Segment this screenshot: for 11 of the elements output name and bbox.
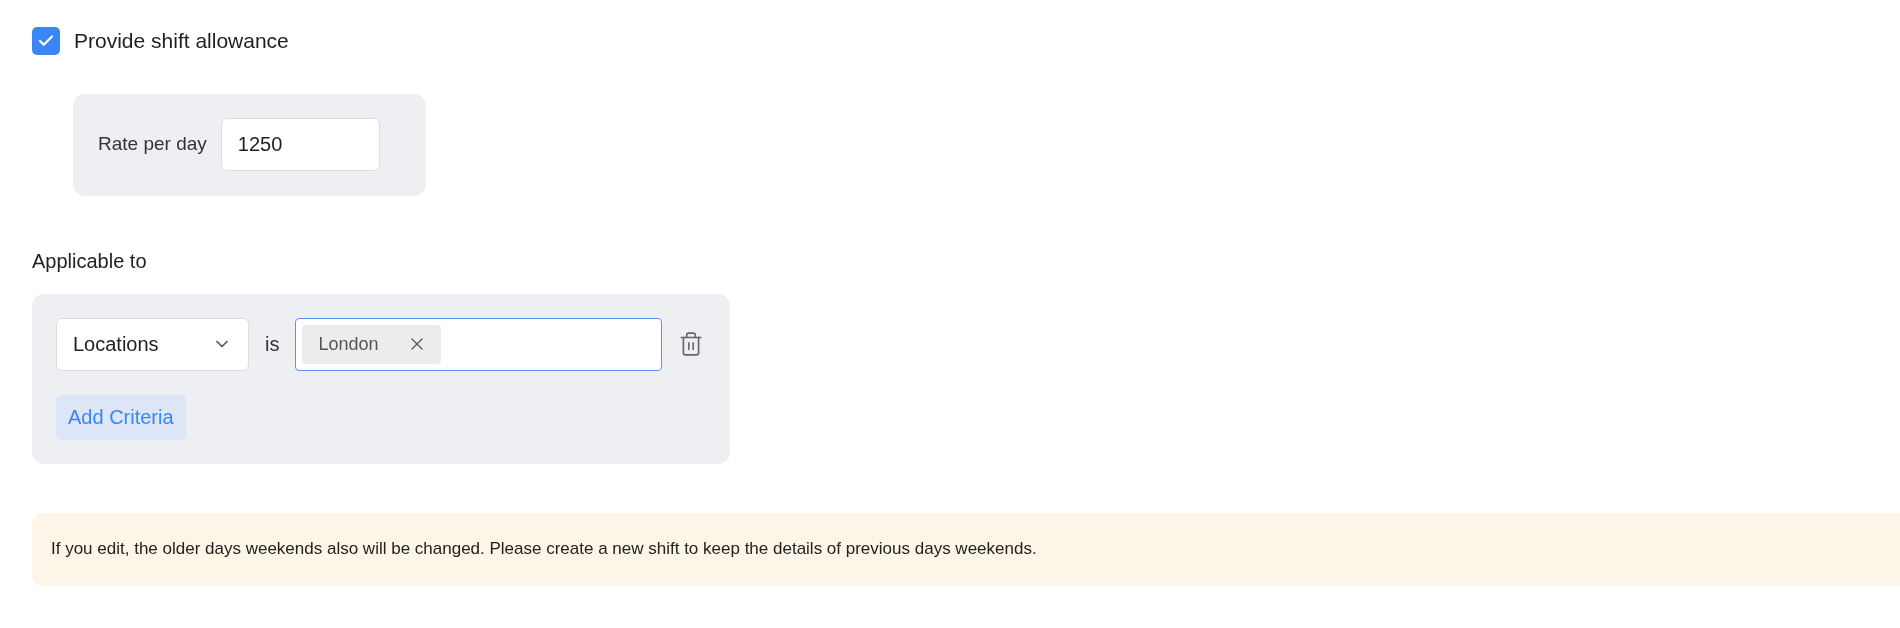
field-dropdown[interactable]: Locations [56, 317, 249, 371]
notice-banner: If you edit, the older days weekends also will be changed. Please create a new shift to keep the details of previous days weekends. [32, 512, 1900, 586]
tag-input[interactable]: London [295, 317, 663, 371]
checkbox[interactable] [32, 26, 60, 55]
operator-label: is [265, 332, 280, 357]
delete-icon[interactable] [678, 330, 705, 358]
checkbox-label: Provide shift allowance [74, 28, 289, 54]
tag-chip: London [302, 324, 441, 364]
rate-input[interactable]: 1250 [220, 118, 380, 171]
section-heading: Applicable to [32, 248, 148, 274]
field-label: Rate per day [98, 132, 207, 157]
